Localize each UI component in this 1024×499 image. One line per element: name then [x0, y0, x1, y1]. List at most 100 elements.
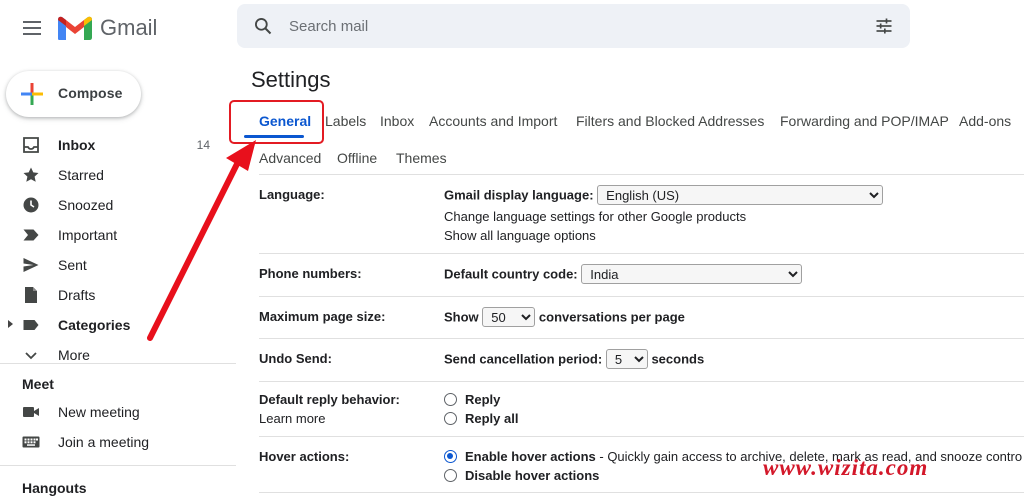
tab-add-ons[interactable]: Add-ons — [959, 113, 1011, 129]
field-label: Send cancellation period: — [444, 351, 603, 367]
display-language-select[interactable]: English (US) — [597, 185, 884, 205]
enable-hover-radio[interactable] — [444, 450, 457, 463]
tab-inbox[interactable]: Inbox — [380, 113, 414, 129]
video-icon — [23, 407, 39, 417]
draft-icon — [25, 287, 37, 303]
option-label: Reply all — [465, 411, 519, 426]
show-all-languages-link[interactable]: Show all language options — [444, 228, 596, 243]
compose-label: Compose — [58, 85, 123, 101]
reply-radio[interactable] — [444, 393, 457, 406]
top-bar: Gmail — [0, 0, 1024, 56]
option-label: Reply — [465, 392, 501, 407]
watermark: www.wizita.com — [763, 455, 929, 480]
disable-hover-radio[interactable] — [444, 469, 457, 482]
brand-name: Gmail — [100, 15, 158, 40]
sidebar-item-label: Inbox — [58, 137, 96, 153]
page-size-select[interactable]: 50 — [482, 307, 536, 327]
sidebar-item-more[interactable]: More — [0, 340, 236, 370]
inbox-unread-count: 14 — [196, 138, 210, 152]
change-language-link[interactable]: Change language settings for other Googl… — [444, 209, 746, 224]
sidebar-item-label: Join a meeting — [58, 434, 150, 450]
field-label: Show — [444, 309, 479, 325]
setting-row-phone: Phone numbers: Default country code: Ind… — [259, 254, 1024, 297]
field-suffix: seconds — [651, 351, 705, 367]
label-icon — [23, 320, 39, 330]
expand-arrow-icon[interactable] — [8, 320, 13, 328]
option-label: Enable hover actions — [465, 449, 596, 464]
sidebar-item-snoozed[interactable]: Snoozed — [0, 190, 236, 220]
gmail-logo[interactable]: Gmail — [58, 13, 157, 43]
sidebar-item-label: Drafts — [58, 287, 96, 303]
search-input[interactable] — [289, 14, 849, 38]
chevron-down-icon — [25, 352, 37, 360]
tab-accounts-and-import[interactable]: Accounts and Import — [429, 113, 557, 129]
setting-value: Gmail display language: English (US) — [444, 185, 884, 205]
setting-label: Language: — [259, 187, 325, 202]
search-bar[interactable] — [237, 4, 910, 48]
sidebar-item-inbox[interactable]: Inbox 14 — [0, 130, 236, 160]
setting-value: Show 50 conversations per page — [444, 307, 685, 327]
star-icon — [23, 167, 39, 182]
field-suffix: conversations per page — [538, 309, 685, 325]
sidebar-item-new-meeting[interactable]: New meeting — [0, 397, 236, 427]
hangouts-section-title: Hangouts — [22, 480, 87, 496]
divider — [0, 465, 236, 466]
tab-filters-and-blocked-addresses[interactable]: Filters and Blocked Addresses — [576, 113, 764, 129]
option-label: Disable hover actions — [465, 468, 600, 483]
tab-themes[interactable]: Themes — [396, 150, 447, 166]
sidebar-item-drafts[interactable]: Drafts — [0, 280, 236, 310]
reply-option[interactable]: Reply — [444, 392, 500, 407]
sidebar-item-starred[interactable]: Starred — [0, 160, 236, 190]
reply-all-option[interactable]: Reply all — [444, 411, 518, 426]
cancellation-period-select[interactable]: 5 — [605, 349, 648, 369]
setting-row-undo-send: Undo Send: Send cancellation period: 5 s… — [259, 339, 1024, 382]
setting-label: Undo Send: — [259, 351, 332, 366]
send-icon — [23, 258, 39, 272]
sidebar-item-label: Sent — [58, 257, 87, 273]
meet-section-title: Meet — [22, 376, 54, 392]
search-options-icon[interactable] — [874, 16, 894, 36]
important-icon — [23, 229, 39, 241]
setting-value: Send cancellation period: 5 seconds — [444, 349, 704, 369]
enable-hover-option[interactable]: Enable hover actions - Quickly gain acce… — [444, 449, 1022, 464]
search-icon[interactable] — [253, 16, 273, 36]
divider — [0, 363, 236, 364]
inbox-icon — [23, 137, 39, 153]
sidebar: Compose Inbox 14 Starred Snoozed Importa… — [0, 56, 236, 499]
page-title: Settings — [251, 67, 331, 92]
sidebar-item-label: Categories — [58, 317, 131, 333]
setting-row-page-size: Maximum page size: Show 50 conversations… — [259, 297, 1024, 339]
tab-advanced[interactable]: Advanced — [259, 150, 321, 166]
setting-label: Default reply behavior: — [259, 392, 400, 407]
tab-offline[interactable]: Offline — [337, 150, 377, 166]
sidebar-item-label: New meeting — [58, 404, 140, 420]
compose-plus-icon — [21, 83, 43, 105]
field-label: Default country code: — [444, 266, 578, 282]
setting-label: Hover actions: — [259, 449, 350, 464]
tab-forwarding-pop-imap[interactable]: Forwarding and POP/IMAP — [780, 113, 949, 129]
country-code-select[interactable]: India — [581, 264, 803, 284]
settings-panel: Settings General Labels Inbox Accounts a… — [236, 56, 1024, 499]
sidebar-item-label: Important — [58, 227, 118, 243]
setting-label: Phone numbers: — [259, 266, 362, 281]
tab-labels[interactable]: Labels — [325, 113, 366, 129]
setting-row-reply-behavior: Default reply behavior: Learn more Reply… — [259, 382, 1024, 437]
sidebar-item-important[interactable]: Important — [0, 220, 236, 250]
hamburger-menu-icon — [23, 21, 41, 35]
main-menu-button[interactable] — [12, 8, 52, 48]
reply-all-radio[interactable] — [444, 412, 457, 425]
setting-row-language: Language: Gmail display language: Englis… — [259, 175, 1024, 254]
sidebar-item-label: More — [58, 347, 90, 363]
sidebar-item-join-meeting[interactable]: Join a meeting — [0, 427, 236, 457]
clock-icon — [23, 197, 39, 213]
setting-value: Default country code: India — [444, 264, 803, 284]
sidebar-item-sent[interactable]: Sent — [0, 250, 236, 280]
disable-hover-option[interactable]: Disable hover actions — [444, 468, 599, 483]
sidebar-item-categories[interactable]: Categories — [0, 310, 236, 340]
sidebar-item-label: Starred — [58, 167, 104, 183]
highlight-box — [229, 100, 324, 144]
sidebar-nav: Inbox 14 Starred Snoozed Important Sent … — [0, 130, 236, 370]
compose-button[interactable]: Compose — [6, 71, 141, 117]
meet-nav: New meeting Join a meeting — [0, 397, 236, 457]
learn-more-link[interactable]: Learn more — [259, 411, 325, 426]
